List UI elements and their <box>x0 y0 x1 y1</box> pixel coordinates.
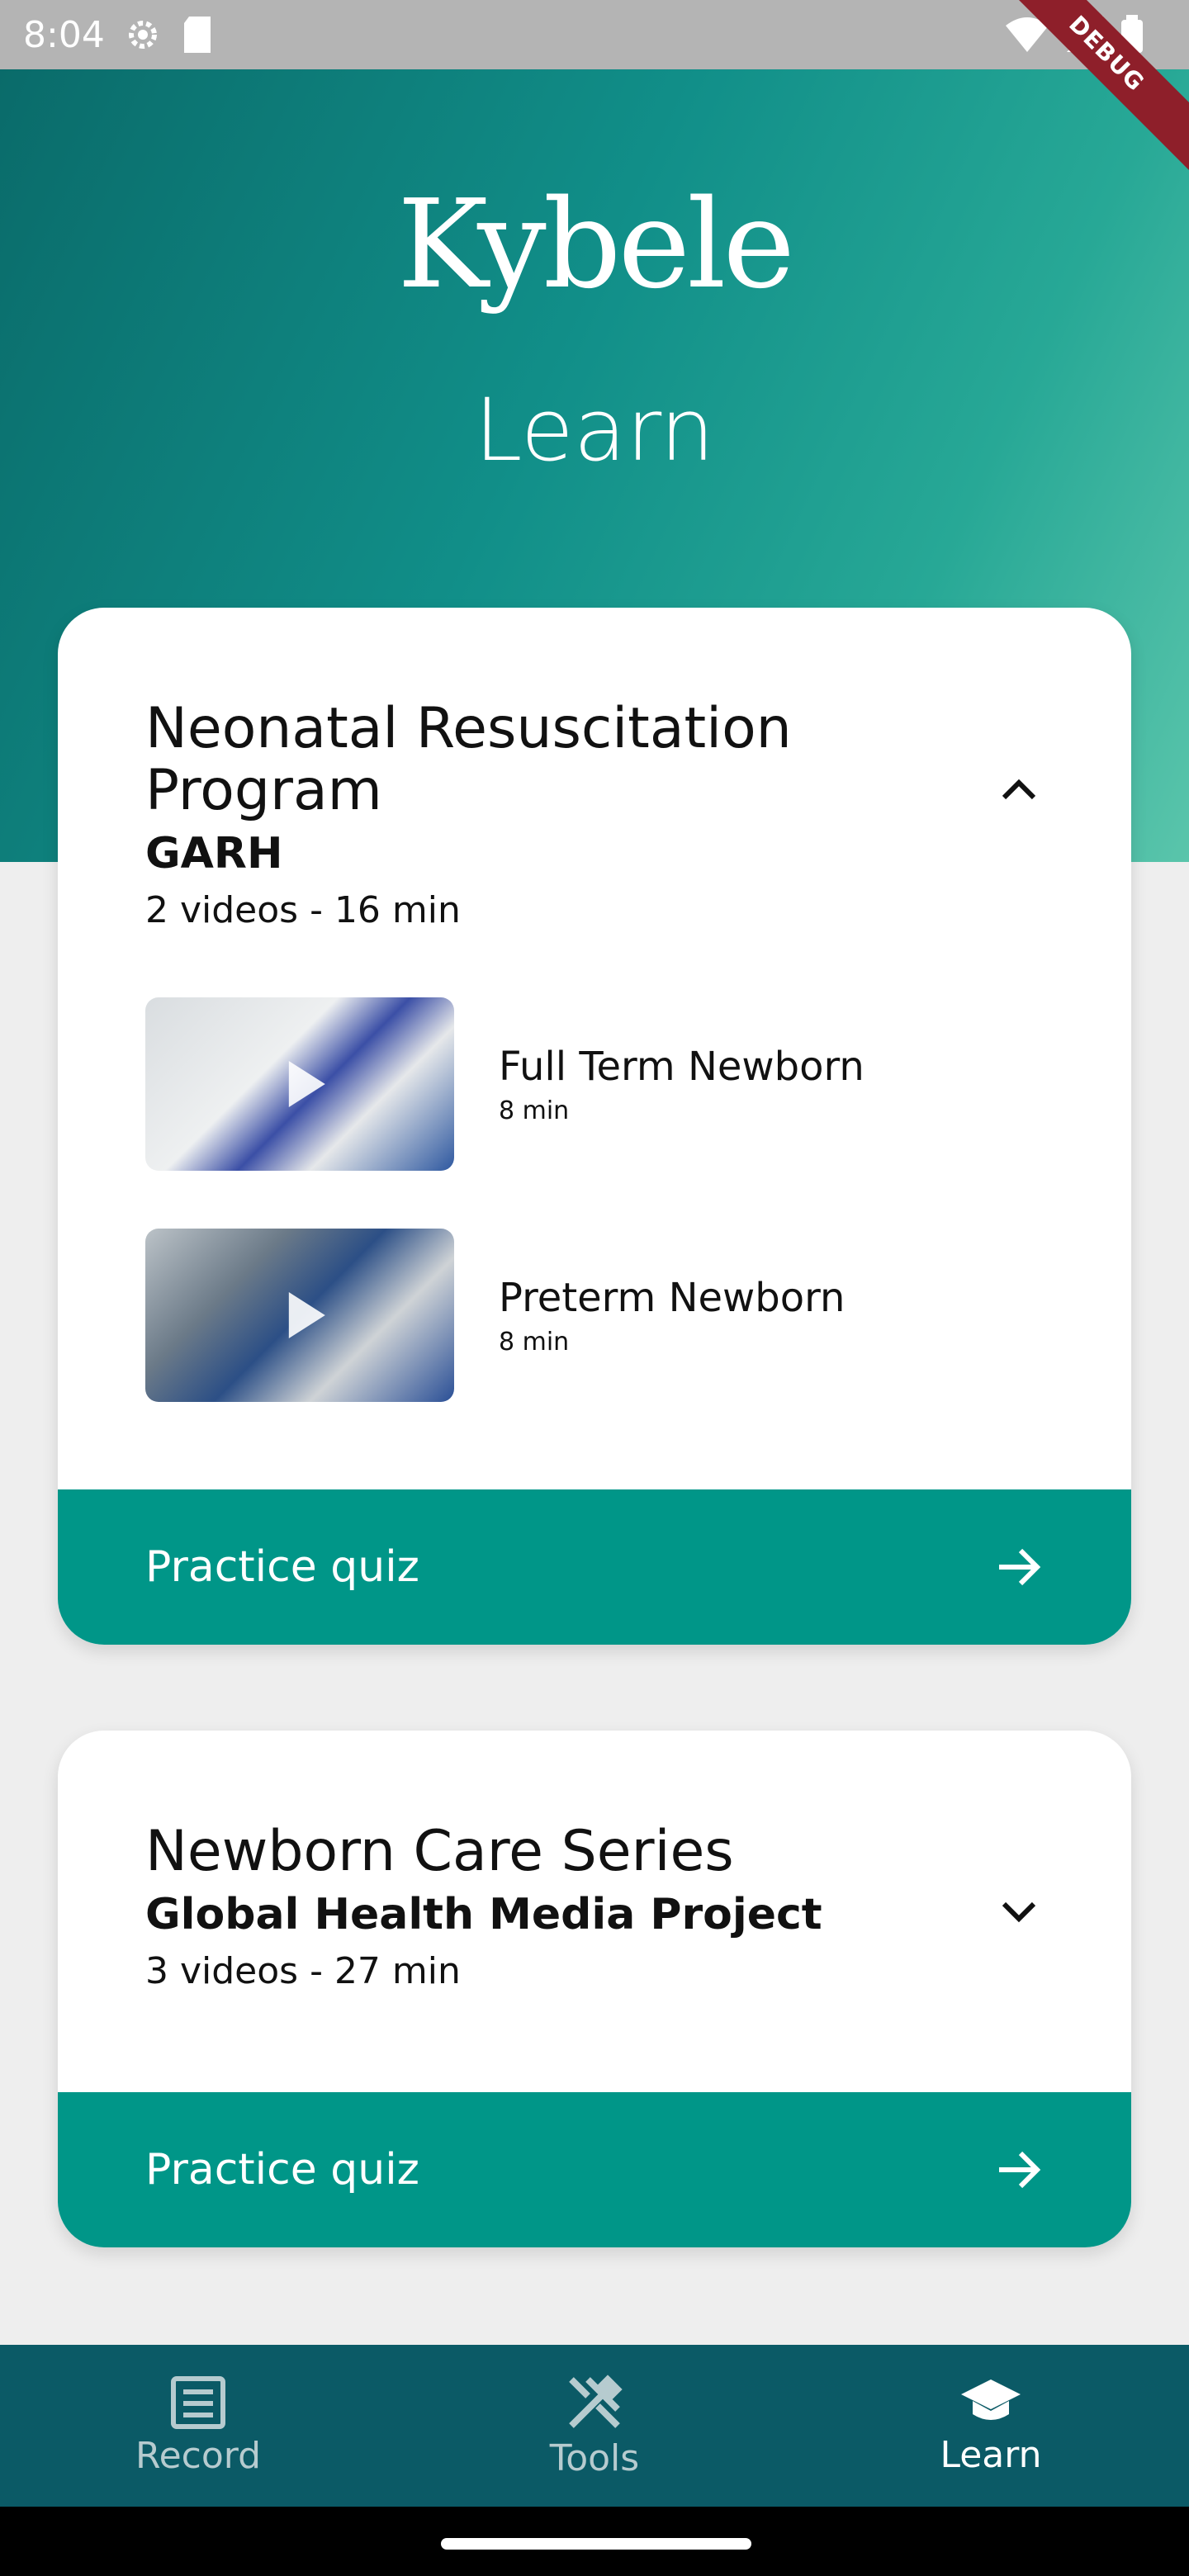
arrow-right-icon <box>999 2151 1041 2189</box>
arrow-right-icon <box>999 1548 1041 1586</box>
page-title: Learn <box>474 380 715 481</box>
sd-card-icon <box>183 17 211 53</box>
nav-item-learn[interactable]: Learn <box>793 2345 1189 2507</box>
video-duration: 8 min <box>499 1096 570 1125</box>
nav-label: Tools <box>549 2436 640 2479</box>
nav-item-tools[interactable]: Tools <box>396 2345 793 2507</box>
chevron-up-icon[interactable] <box>994 765 1044 814</box>
play-icon <box>288 1292 325 1338</box>
graduation-cap-icon <box>961 2379 1021 2420</box>
course-meta: 2 videos - 16 min <box>145 888 461 931</box>
list-icon <box>171 2375 225 2429</box>
kybele-logo: Kybele <box>397 173 795 315</box>
video-thumbnail[interactable] <box>145 1229 454 1402</box>
course-source: GARH <box>145 828 283 878</box>
home-gesture-handle[interactable] <box>441 2538 751 2550</box>
video-title: Preterm Newborn <box>499 1274 846 1321</box>
course-header[interactable]: Newborn Care Series Global Health Media … <box>145 1821 1044 1992</box>
video-thumbnail[interactable] <box>145 997 454 1171</box>
course-card-neonatal-resuscitation: Neonatal Resuscitation Program GARH 2 vi… <box>58 608 1131 1645</box>
status-time: 8:04 <box>23 13 105 56</box>
practice-quiz-label: Practice quiz <box>145 2145 419 2195</box>
video-item-full-term[interactable]: Full Term Newborn 8 min <box>145 997 865 1171</box>
practice-quiz-label: Practice quiz <box>145 1542 419 1592</box>
system-navigation-bar <box>0 2507 1189 2576</box>
bottom-navigation: Record Tools Learn <box>0 2345 1189 2507</box>
practice-quiz-button[interactable]: Practice quiz <box>58 2092 1131 2247</box>
nav-label: Record <box>135 2434 262 2477</box>
practice-quiz-button[interactable]: Practice quiz <box>58 1489 1131 1645</box>
course-card-newborn-care: Newborn Care Series Global Health Media … <box>58 1731 1131 2247</box>
nav-item-record[interactable]: Record <box>0 2345 396 2507</box>
nav-label: Learn <box>940 2433 1042 2476</box>
course-header[interactable]: Neonatal Resuscitation Program GARH 2 vi… <box>145 698 1044 931</box>
tools-icon <box>569 2374 623 2428</box>
status-bar: 8:04 <box>0 0 1189 69</box>
course-meta: 3 videos - 27 min <box>145 1949 461 1992</box>
course-title: Neonatal Resuscitation Program <box>145 696 792 823</box>
course-title: Newborn Care Series <box>145 1819 734 1884</box>
play-icon <box>288 1061 325 1107</box>
video-title: Full Term Newborn <box>499 1043 865 1090</box>
course-source: Global Health Media Project <box>145 1889 822 1939</box>
chevron-down-icon[interactable] <box>994 1887 1044 1937</box>
video-duration: 8 min <box>499 1327 570 1357</box>
video-item-preterm[interactable]: Preterm Newborn 8 min <box>145 1229 845 1402</box>
settings-icon <box>128 21 157 49</box>
